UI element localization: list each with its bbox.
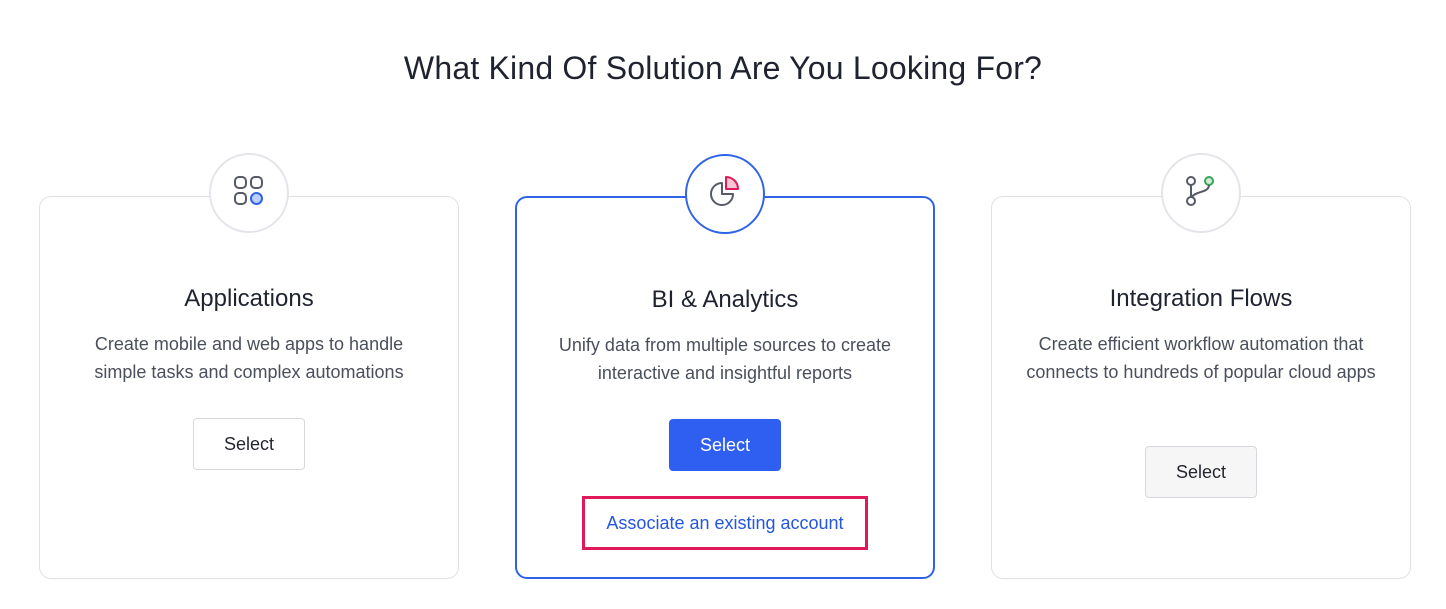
select-button-integration-flows[interactable]: Select	[1145, 446, 1257, 498]
icon-badge	[209, 153, 289, 233]
git-branch-icon	[1183, 173, 1219, 214]
card-description: Create mobile and web apps to handle sim…	[94, 334, 404, 382]
card-title: Integration Flows	[1109, 285, 1293, 312]
icon-badge	[1161, 153, 1241, 233]
card-applications[interactable]: Applications Create mobile and web apps …	[39, 153, 459, 579]
card-description: Create efficient workflow automation tha…	[1026, 334, 1376, 382]
associate-account-link[interactable]: Associate an existing account	[582, 496, 868, 550]
icon-badge	[685, 154, 765, 234]
card-bi-analytics[interactable]: BI & Analytics Unify data from multiple …	[515, 154, 935, 579]
apps-grid-icon	[232, 174, 266, 213]
card-description: Unify data from multiple sources to crea…	[558, 335, 892, 383]
card-title: BI & Analytics	[651, 286, 799, 313]
select-button-bi-analytics[interactable]: Select	[669, 419, 781, 471]
card-integration-flows[interactable]: Integration Flows Create efficient workf…	[991, 153, 1411, 579]
pie-chart-icon	[706, 173, 744, 216]
select-button-applications[interactable]: Select	[193, 418, 305, 470]
card-title: Applications	[184, 285, 314, 312]
page-heading: What Kind Of Solution Are You Looking Fo…	[403, 50, 1043, 86]
